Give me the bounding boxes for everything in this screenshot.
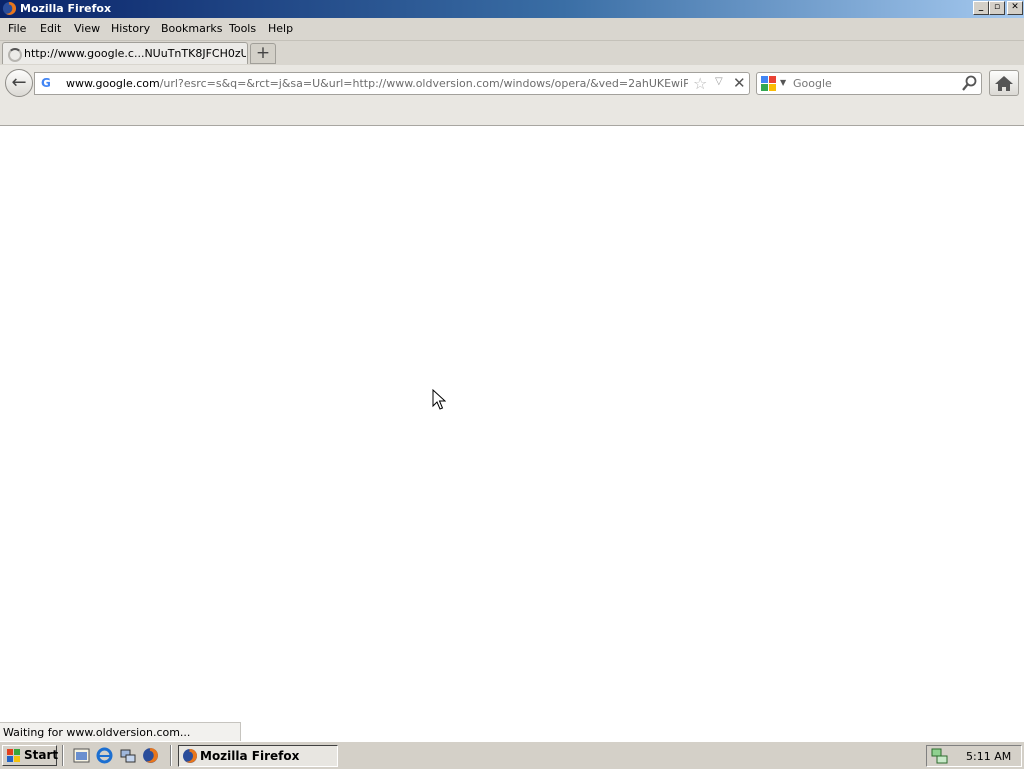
back-arrow-icon: ← [11,72,27,93]
firefox-icon [183,749,197,763]
google-favicon-icon: G [41,76,51,90]
search-bar[interactable]: ▼ Google [756,72,982,95]
url-path: /url?esrc=s&q=&rct=j&sa=U&url=http://www… [159,77,688,90]
address-bar[interactable]: G www.google.com/url?esrc=s&q=&rct=j&sa=… [34,72,750,95]
mouse-cursor-icon [432,389,446,410]
menu-help[interactable]: Help [268,22,293,35]
new-tab-button[interactable]: + [250,43,276,64]
back-button[interactable]: ← [5,69,33,97]
menu-tools[interactable]: Tools [229,22,256,35]
firefox-icon [2,1,17,16]
home-icon [995,76,1013,91]
menu-bar: File Edit View History Bookmarks Tools H… [0,18,1024,41]
menu-history[interactable]: History [111,22,150,35]
tab-strip: http://www.google.c...NUuTnTK8JFCH0zU4v6… [0,41,1024,65]
menu-bookmarks[interactable]: Bookmarks [161,22,222,35]
search-magnifier-icon[interactable] [961,75,978,92]
page-content[interactable] [0,126,1024,722]
menu-edit[interactable]: Edit [40,22,61,35]
loading-spinner-icon [8,48,22,62]
taskbar-separator [170,745,172,766]
bookmark-star-icon[interactable]: ☆ [693,74,707,93]
show-desktop-icon[interactable] [73,747,90,764]
menu-file[interactable]: File [8,22,26,35]
taskbar: Start Mozilla Firefox 5:11 AM [0,741,1024,769]
taskbar-button-label: Mozilla Firefox [200,749,300,763]
status-bar: Waiting for www.oldversion.com... [0,722,241,741]
start-button[interactable]: Start [2,745,59,766]
taskbar-button-firefox[interactable]: Mozilla Firefox [178,745,338,767]
url-domain: www.google.com [66,77,160,90]
home-button[interactable] [989,70,1019,96]
system-tray: 5:11 AM [926,745,1022,767]
navigation-toolbar: ← G www.google.com/url?esrc=s&q=&rct=j&s… [0,65,1024,126]
tab-title: http://www.google.c...NUuTnTK8JFCH0zU4v6 [24,47,246,60]
google-engine-icon[interactable] [761,76,776,91]
menu-view[interactable]: View [74,22,100,35]
firefox-quicklaunch-icon[interactable] [142,747,159,764]
restore-button[interactable]: ▫ [989,1,1005,15]
status-text: Waiting for www.oldversion.com... [3,726,191,739]
minimize-button[interactable]: _ [973,1,989,15]
engine-dropdown-icon[interactable]: ▼ [780,78,786,87]
windows-flag-icon [7,749,20,762]
clock[interactable]: 5:11 AM [966,750,1011,763]
stop-icon[interactable]: ✕ [733,74,746,92]
network-tray-icon[interactable] [931,748,948,764]
search-placeholder: Google [793,77,832,90]
url-text[interactable]: www.google.com/url?esrc=s&q=&rct=j&sa=U&… [66,77,688,90]
window-titlebar[interactable]: Mozilla Firefox _ ▫ ✕ [0,0,1024,18]
close-button[interactable]: ✕ [1007,1,1023,15]
history-dropdown-icon[interactable]: ▽ [715,76,723,87]
internet-explorer-icon[interactable] [96,747,113,764]
window-title: Mozilla Firefox [20,2,112,15]
tab-active[interactable]: http://www.google.c...NUuTnTK8JFCH0zU4v6 [2,42,248,64]
start-label: Start [24,748,59,762]
taskbar-separator [62,745,64,766]
network-connections-icon[interactable] [119,747,136,764]
